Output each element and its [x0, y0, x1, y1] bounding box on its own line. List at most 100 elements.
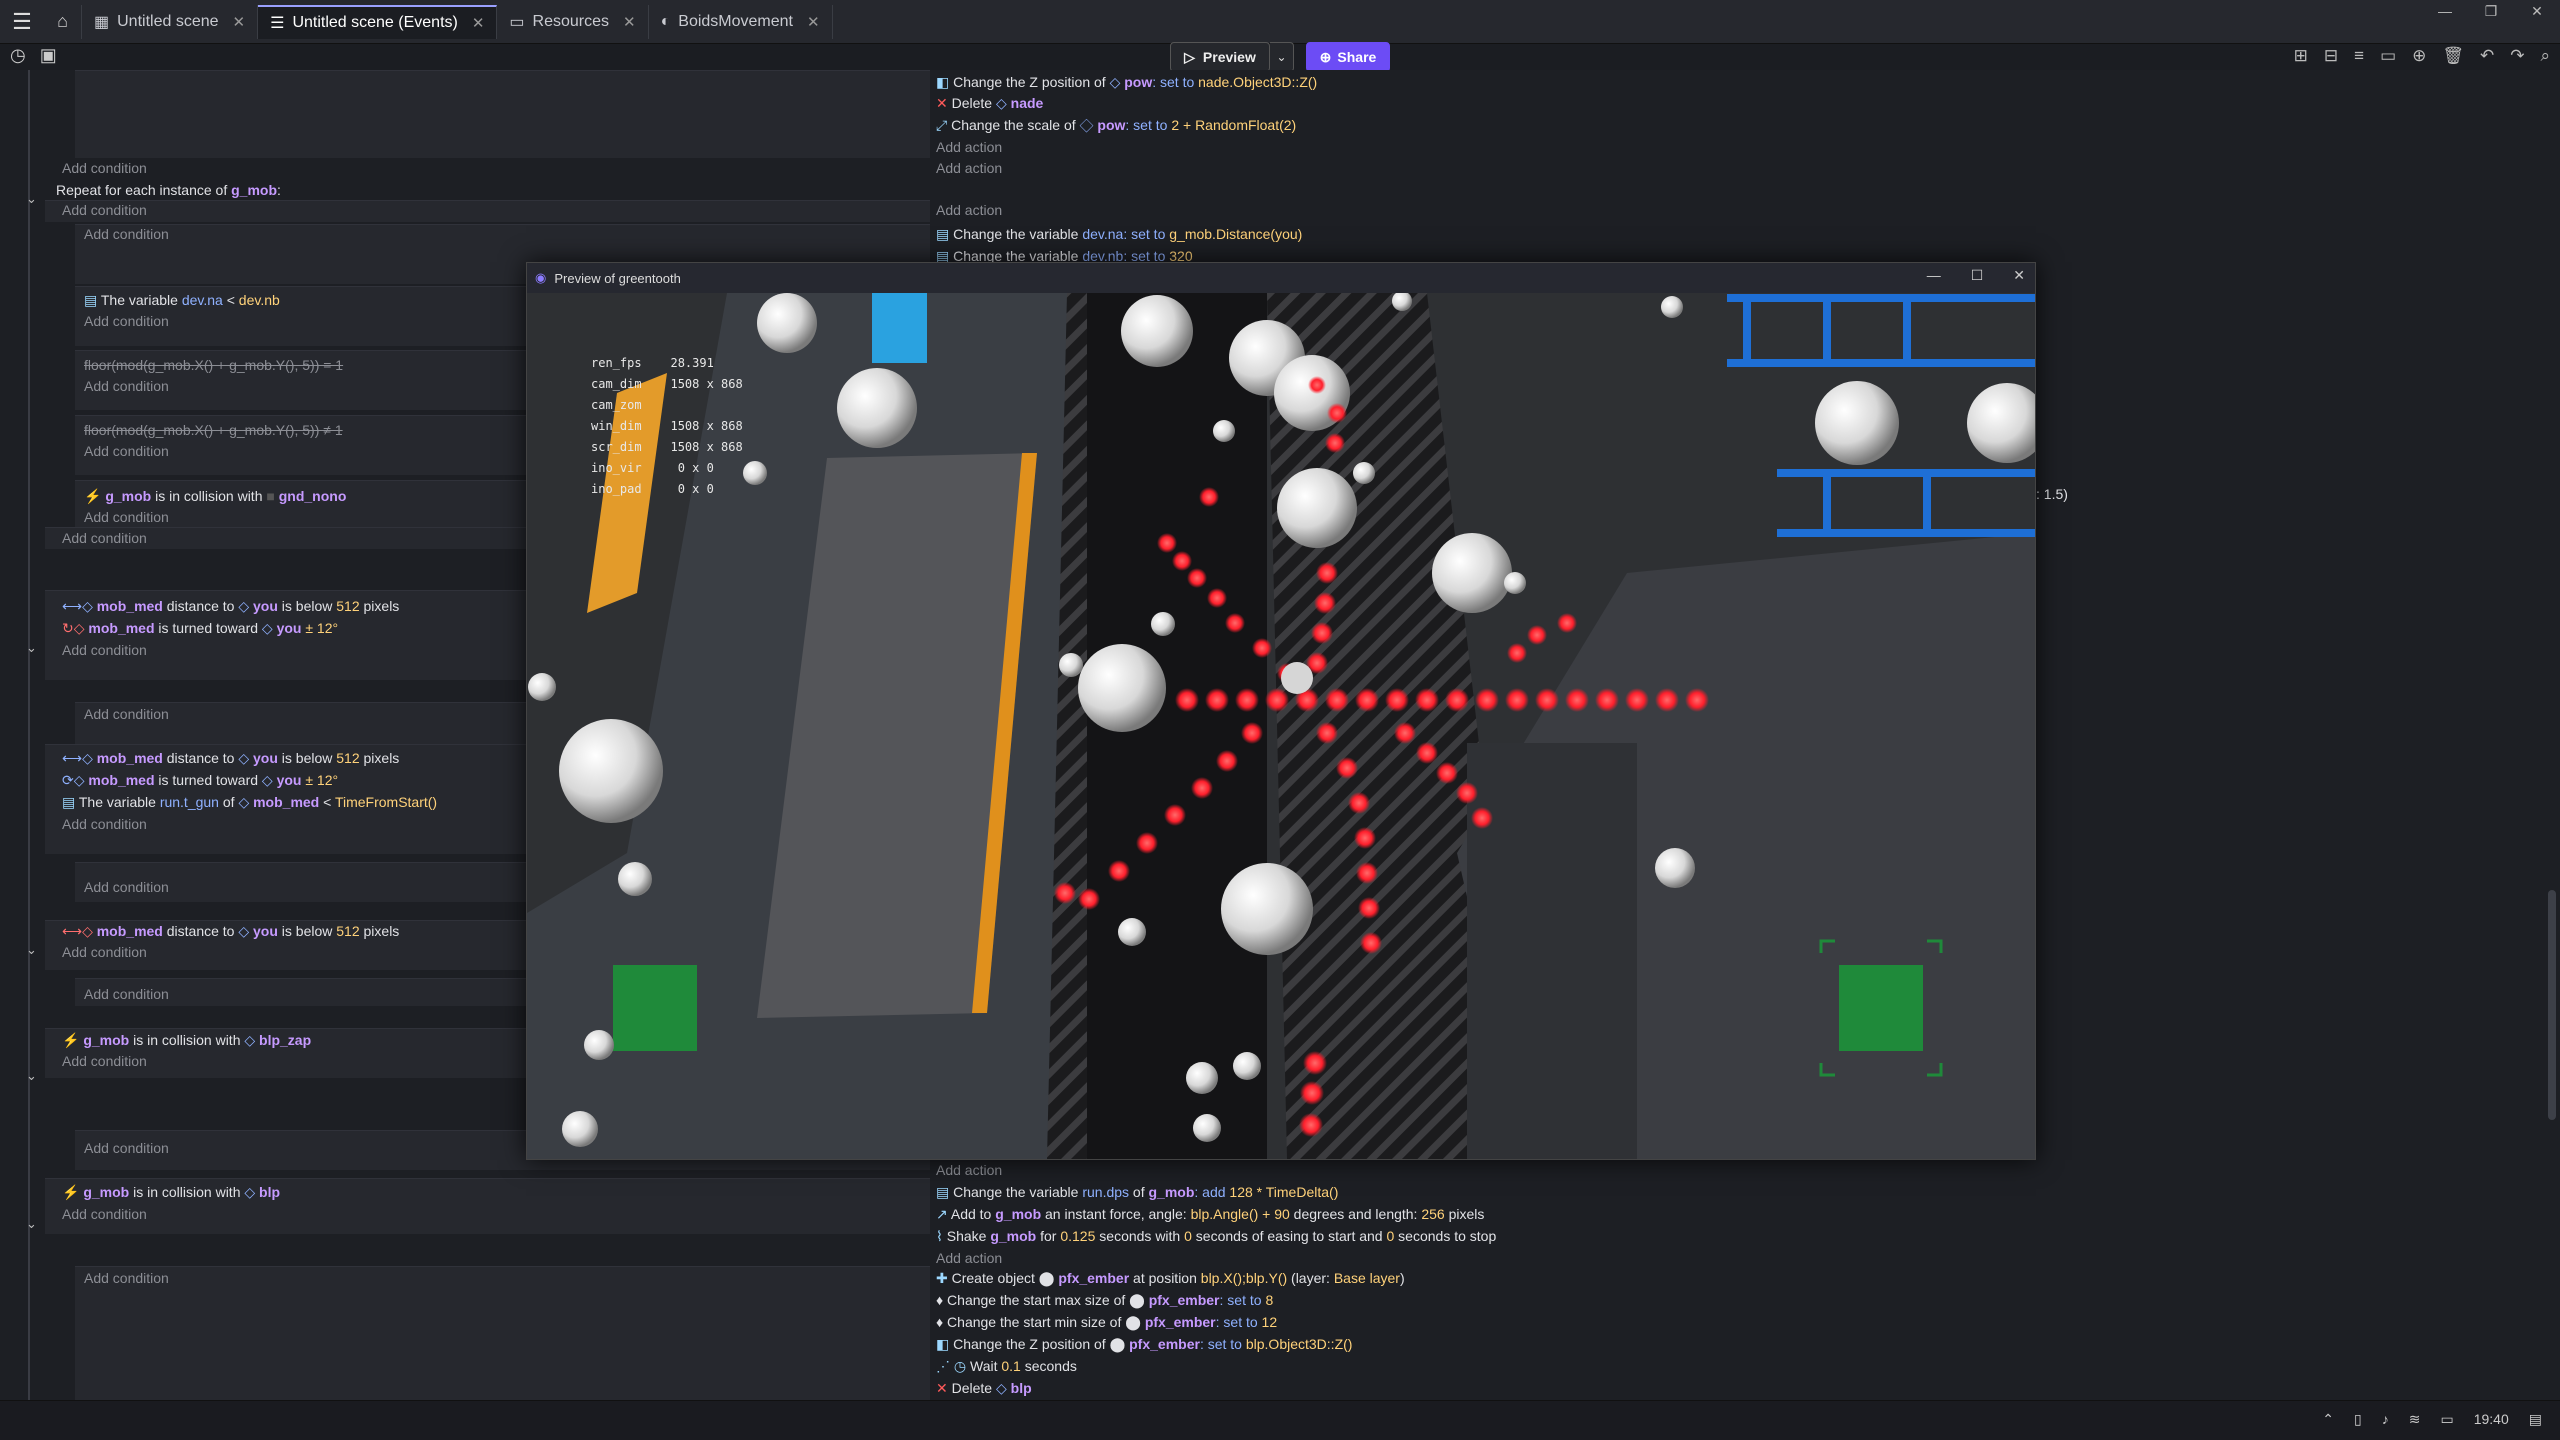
action-change-variable[interactable]: ▤ Change the variable dev.na: set to g_m…: [936, 226, 1302, 243]
add-condition-link[interactable]: Add condition: [62, 944, 147, 960]
action-wait[interactable]: ⋰ ◷ Wait 0.1 seconds: [936, 1358, 1077, 1375]
add-action-link[interactable]: Add action: [936, 1250, 1002, 1266]
add-condition-link[interactable]: Add condition: [62, 642, 147, 658]
add-condition-link[interactable]: Add condition: [84, 706, 169, 722]
condition-floor-disabled[interactable]: floor(mod(g_mob.X() + g_mob.Y(), 5)) ≠ 1: [84, 422, 343, 438]
add-icon[interactable]: ⊕: [2412, 46, 2426, 66]
history-icon[interactable]: ◷: [10, 45, 26, 66]
hamburger-menu-icon[interactable]: ☰: [0, 0, 44, 44]
collapse-chevron-icon[interactable]: ⌄: [26, 942, 37, 958]
battery-icon[interactable]: ▭: [2440, 1411, 2453, 1428]
action-start-min-size[interactable]: ♦ Change the start min size of ⬤ pfx_emb…: [936, 1314, 1277, 1331]
add-event-icon[interactable]: ⊞: [2294, 46, 2308, 66]
add-action-link[interactable]: Add action: [936, 160, 1002, 176]
condition-collision[interactable]: ⚡ g_mob is in collision with ◇ blp_zap: [62, 1032, 311, 1049]
close-icon[interactable]: ✕: [623, 13, 636, 31]
condition-floor-disabled[interactable]: floor(mod(g_mob.X() + g_mob.Y(), 5)) = 1: [84, 357, 343, 373]
action-delete[interactable]: ✕ Delete ◇ nade: [936, 95, 1043, 112]
vertical-scrollbar[interactable]: [2540, 70, 2560, 1400]
minimize-icon[interactable]: —: [1927, 267, 1941, 284]
delete-icon[interactable]: 🗑: [2442, 46, 2464, 66]
add-condition-link[interactable]: Add condition: [84, 1140, 169, 1156]
undo-icon[interactable]: ↶: [2480, 46, 2494, 66]
add-condition-link[interactable]: Add condition: [62, 816, 147, 832]
add-subevent-icon[interactable]: ⊟: [2324, 46, 2338, 66]
minimize-icon[interactable]: —: [2422, 0, 2468, 22]
condition-collision[interactable]: ⚡ g_mob is in collision with ■ gnd_nono: [84, 488, 346, 505]
close-icon[interactable]: ✕: [233, 13, 246, 31]
action-start-max-size[interactable]: ♦ Change the start max size of ⬤ pfx_emb…: [936, 1292, 1273, 1309]
condition-collision[interactable]: ⚡ g_mob is in collision with ◇ blp: [62, 1184, 280, 1201]
home-icon[interactable]: ⌂: [44, 4, 82, 39]
preview-window[interactable]: ◉ Preview of greentooth — ☐ ✕ ren_fps 28…: [526, 262, 2036, 1160]
add-action-link[interactable]: Add action: [936, 202, 1002, 218]
network-icon[interactable]: ≋: [2409, 1411, 2421, 1428]
add-condition-link[interactable]: Add condition: [84, 378, 169, 394]
action-change-variable[interactable]: ▤ Change the variable run.dps of g_mob: …: [936, 1184, 1338, 1201]
add-action-link[interactable]: Add action: [936, 139, 1002, 155]
scene-icon: ▦: [94, 13, 110, 31]
share-button[interactable]: ⊕ Share: [1306, 42, 1390, 72]
tab-untitled-scene[interactable]: ▦ Untitled scene ✕: [82, 4, 259, 39]
preview-button[interactable]: ▷ Preview: [1170, 42, 1270, 72]
maximize-icon[interactable]: ❐: [2468, 0, 2514, 22]
condition-block[interactable]: [45, 200, 930, 222]
action-scale[interactable]: ⤢ Change the scale of ◇ pow: set to 2 + …: [936, 117, 1296, 134]
add-condition-link[interactable]: Add condition: [84, 443, 169, 459]
condition-distance[interactable]: ⟷◇ mob_med distance to ◇ you is below 51…: [62, 923, 399, 940]
add-condition-link[interactable]: Add condition: [62, 202, 147, 218]
game-viewport[interactable]: ren_fps 28.391 cam_dim 1508 x 868 cam_zom w…: [527, 293, 2035, 1159]
condition-block[interactable]: [75, 70, 930, 158]
condition-block[interactable]: [75, 1266, 930, 1400]
add-action-link[interactable]: Add action: [936, 1162, 1002, 1178]
redo-icon[interactable]: ↷: [2510, 46, 2524, 66]
clock[interactable]: 19:40: [2474, 1411, 2509, 1428]
tab-resources[interactable]: ▭ Resources ✕: [497, 4, 649, 39]
condition-variable[interactable]: ▤ The variable dev.na < dev.nb: [84, 292, 280, 309]
action-create-object[interactable]: ✚ Create object ⬤ pfx_ember at position …: [936, 1270, 1405, 1287]
condition-turned-toward[interactable]: ⟳◇ mob_med is turned toward ◇ you ± 12°: [62, 772, 338, 789]
close-icon[interactable]: ✕: [2013, 267, 2025, 284]
collapse-chevron-icon[interactable]: ⌄: [26, 1068, 37, 1084]
add-condition-link[interactable]: Add condition: [62, 1053, 147, 1069]
collapse-chevron-icon[interactable]: ⌄: [26, 1216, 37, 1232]
close-icon[interactable]: ✕: [807, 13, 820, 31]
repeat-for-each[interactable]: Repeat for each instance of g_mob:: [56, 182, 281, 198]
condition-distance[interactable]: ⟷◇ mob_med distance to ◇ you is below 51…: [62, 598, 399, 615]
close-icon[interactable]: ✕: [472, 14, 485, 32]
notification-icon[interactable]: ▤: [2529, 1411, 2542, 1428]
add-condition-link[interactable]: Add condition: [84, 226, 169, 242]
add-condition-link[interactable]: Add condition: [62, 1206, 147, 1222]
action-shake[interactable]: ⌇ Shake g_mob for 0.125 seconds with 0 s…: [936, 1228, 1496, 1245]
project-icon[interactable]: ▣: [40, 45, 57, 66]
collapse-chevron-icon[interactable]: ⌄: [26, 191, 37, 207]
preview-title-bar[interactable]: ◉ Preview of greentooth: [527, 263, 2035, 293]
preview-dropdown-icon[interactable]: ⌄: [1270, 42, 1294, 72]
add-condition-link[interactable]: Add condition: [84, 509, 169, 525]
action-delete[interactable]: ✕ Delete ◇ blp: [936, 1380, 1032, 1397]
action-z-position[interactable]: ◧ Change the Z position of ◇ pow: set to…: [936, 74, 1317, 91]
add-condition-link[interactable]: Add condition: [84, 879, 169, 895]
add-condition-link[interactable]: Add condition: [84, 986, 169, 1002]
add-condition-link[interactable]: Add condition: [62, 160, 147, 176]
add-comment-icon[interactable]: ▭: [2380, 46, 2396, 66]
add-condition-link[interactable]: Add condition: [84, 1270, 169, 1286]
collapse-chevron-icon[interactable]: ⌄: [26, 640, 37, 656]
tab-untitled-scene-events[interactable]: ☰ Untitled scene (Events) ✕: [258, 4, 498, 39]
tab-boidsmovement[interactable]: ◐ BoidsMovement ✕: [649, 4, 833, 39]
action-add-force[interactable]: ↗ Add to g_mob an instant force, angle: …: [936, 1206, 1484, 1223]
add-other-icon[interactable]: ≡: [2354, 46, 2364, 66]
add-condition-link[interactable]: Add condition: [62, 530, 147, 546]
device-icon[interactable]: ▯: [2354, 1411, 2362, 1428]
chevron-up-icon[interactable]: ⌃: [2322, 1411, 2334, 1428]
action-z-position[interactable]: ◧ Change the Z position of ⬤ pfx_ember: …: [936, 1336, 1352, 1353]
scroll-thumb[interactable]: [2548, 890, 2556, 1120]
search-icon[interactable]: ⌕: [2540, 46, 2550, 66]
close-window-icon[interactable]: ✕: [2514, 0, 2560, 22]
condition-turned-toward[interactable]: ↻◇ mob_med is turned toward ◇ you ± 12°: [62, 620, 338, 637]
volume-icon[interactable]: ♪: [2382, 1411, 2389, 1428]
add-condition-link[interactable]: Add condition: [84, 313, 169, 329]
condition-variable[interactable]: ▤ The variable run.t_gun of ◇ mob_med < …: [62, 794, 437, 811]
condition-distance[interactable]: ⟷◇ mob_med distance to ◇ you is below 51…: [62, 750, 399, 767]
maximize-icon[interactable]: ☐: [1971, 267, 1984, 284]
